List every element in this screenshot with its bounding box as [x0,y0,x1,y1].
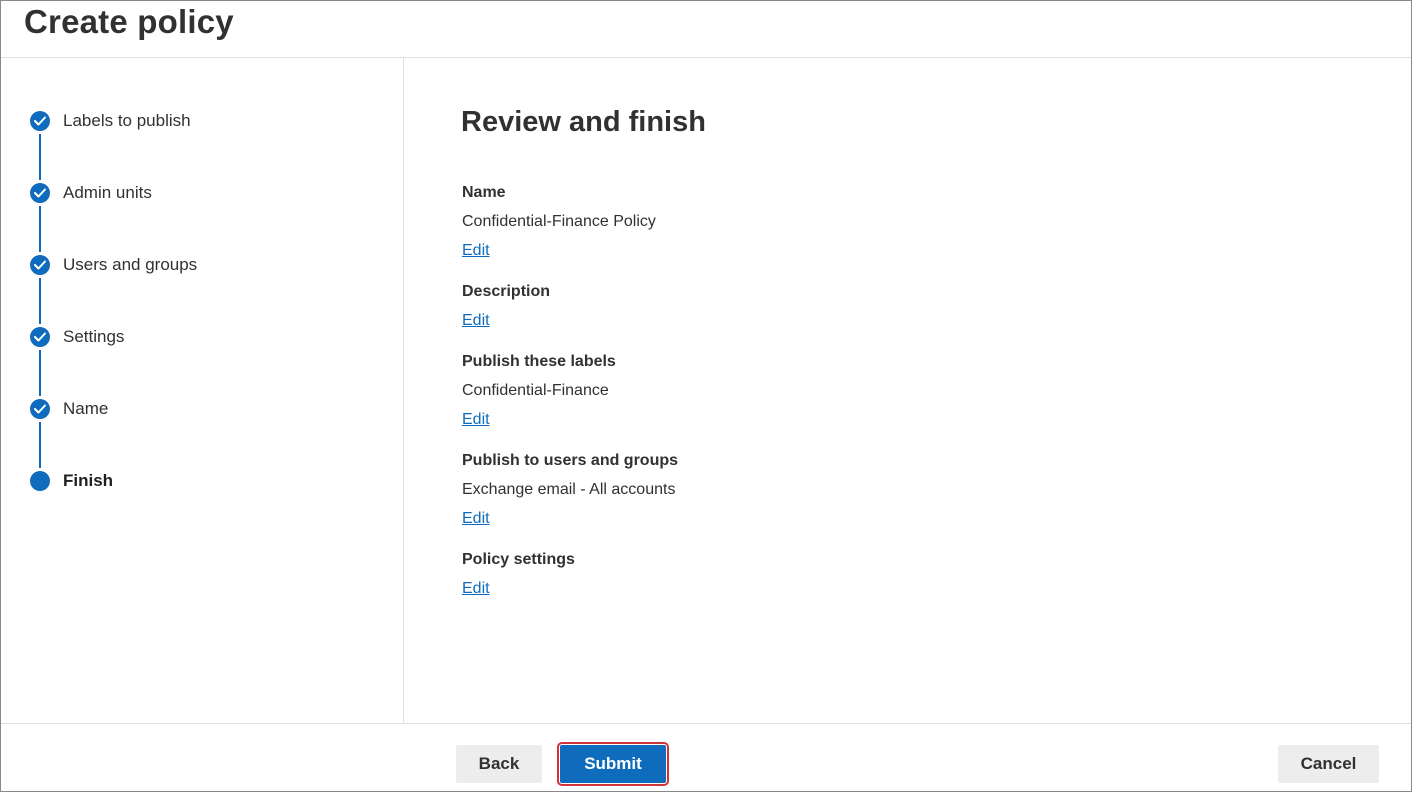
submit-button[interactable]: Submit [557,742,669,786]
back-button[interactable]: Back [456,745,542,783]
name-field-title: Name [462,184,506,201]
users-field-title: Publish to users and groups [462,452,679,469]
checkmark-icon [30,111,50,131]
edit-users-link[interactable]: Edit [462,510,490,528]
step-label: Admin units [63,183,152,202]
checkmark-icon [30,399,50,419]
step-admin-units[interactable]: Admin units [1,183,401,213]
step-name[interactable]: Name [1,399,401,429]
edit-description-link[interactable]: Edit [462,312,490,330]
step-users-and-groups[interactable]: Users and groups [1,255,401,285]
review-panel: Review and finish Name Confidential-Fina… [404,58,1411,723]
wizard-header: Create policy [1,1,1411,58]
step-label: Users and groups [63,255,198,274]
edit-labels-link[interactable]: Edit [462,411,490,429]
description-field-title: Description [462,283,551,300]
create-policy-wizard: Create policy Labels to publish Admin un… [0,0,1412,792]
users-field-value: Exchange email - All accounts [462,481,676,498]
step-finish: Finish [1,471,401,501]
wizard-footer: Back Submit Cancel [1,723,1411,792]
edit-policy-settings-link[interactable]: Edit [462,580,490,598]
checkmark-icon [30,183,50,203]
current-step-dot-icon [30,471,50,491]
section-title: Review and finish [461,106,706,138]
policy-settings-field-title: Policy settings [462,551,575,568]
name-field-value: Confidential-Finance Policy [462,213,656,230]
labels-field-title: Publish these labels [462,353,616,370]
page-title: Create policy [24,3,234,40]
checkmark-icon [30,327,50,347]
wizard-steps-nav: Labels to publish Admin units Users and … [1,58,404,723]
step-label: Name [63,399,109,418]
step-settings[interactable]: Settings [1,327,401,357]
edit-name-link[interactable]: Edit [462,242,490,260]
step-label: Labels to publish [63,111,191,130]
cancel-button[interactable]: Cancel [1278,745,1379,783]
step-label: Settings [63,327,125,346]
step-label: Finish [63,471,114,490]
checkmark-icon [30,255,50,275]
labels-field-value: Confidential-Finance [462,382,609,399]
step-labels-to-publish[interactable]: Labels to publish [1,111,401,141]
